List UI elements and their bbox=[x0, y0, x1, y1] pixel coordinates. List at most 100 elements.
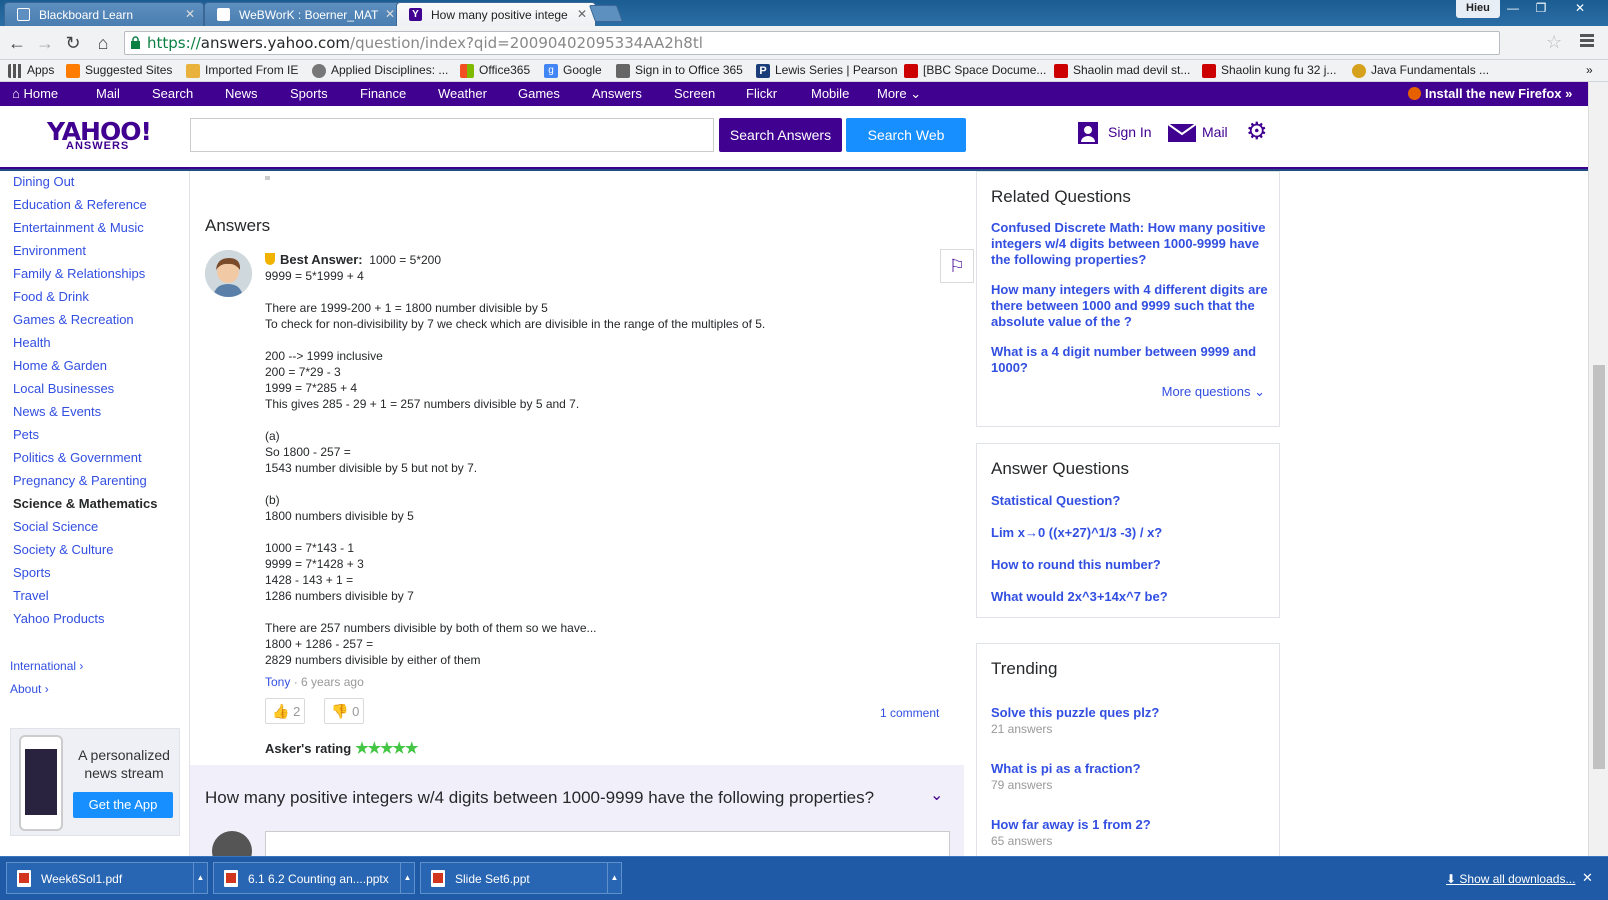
category-entertainment-music[interactable]: Entertainment & Music bbox=[13, 220, 144, 235]
flag-icon[interactable]: ⚐ bbox=[940, 249, 974, 283]
category-pregnancy-parenting[interactable]: Pregnancy & Parenting bbox=[13, 473, 147, 488]
category-politics-government[interactable]: Politics & Government bbox=[13, 450, 142, 465]
category-dining-out[interactable]: Dining Out bbox=[13, 174, 74, 189]
answer-input[interactable] bbox=[265, 831, 950, 856]
install-firefox-link[interactable]: Install the new Firefox » bbox=[1408, 86, 1572, 101]
profile-name[interactable]: Hieu bbox=[1456, 0, 1500, 18]
bookmark-star-icon[interactable]: ☆ bbox=[1546, 32, 1562, 53]
bookmark-shaolin-mad-devil[interactable]: Shaolin mad devil st... bbox=[1054, 63, 1190, 79]
gear-icon[interactable]: ⚙ bbox=[1246, 120, 1268, 144]
bookmark-shaolin-kung-fu[interactable]: Shaolin kung fu 32 j... bbox=[1202, 63, 1336, 79]
bookmark-apps[interactable]: Apps bbox=[8, 63, 54, 79]
bookmark-java-fundamentals[interactable]: Java Fundamentals ... bbox=[1352, 63, 1489, 79]
new-tab-button[interactable] bbox=[588, 5, 624, 22]
category-food-drink[interactable]: Food & Drink bbox=[13, 289, 89, 304]
avatar[interactable] bbox=[205, 250, 252, 297]
nav-mobile[interactable]: Mobile bbox=[811, 86, 849, 101]
category-travel[interactable]: Travel bbox=[13, 588, 49, 603]
bookmark-lewis-series[interactable]: P Lewis Series | Pearson bbox=[756, 63, 898, 79]
open-question-link[interactable]: How to round this number? bbox=[991, 557, 1271, 573]
get-app-button[interactable]: Get the App bbox=[73, 792, 173, 818]
nav-news[interactable]: News bbox=[225, 86, 258, 101]
chevron-up-icon[interactable]: ▲ bbox=[400, 863, 414, 893]
more-questions-link[interactable]: More questions ⌄ bbox=[1162, 384, 1265, 400]
open-question-link[interactable]: Statistical Question? bbox=[991, 493, 1271, 509]
download-item[interactable]: Slide Set6.ppt ▲ bbox=[420, 862, 622, 894]
category-home-garden[interactable]: Home & Garden bbox=[13, 358, 107, 373]
nav-search[interactable]: Search bbox=[152, 86, 193, 101]
category-health[interactable]: Health bbox=[13, 335, 51, 350]
chevron-up-icon[interactable]: ▲ bbox=[193, 863, 207, 893]
home-icon[interactable]: ⌂ bbox=[92, 32, 114, 54]
category-sports[interactable]: Sports bbox=[13, 565, 51, 580]
trending-question-link[interactable]: How far away is 1 from 2? bbox=[991, 817, 1271, 833]
author-link[interactable]: Tony bbox=[265, 675, 290, 689]
bookmark-office365[interactable]: Office365 bbox=[460, 63, 530, 79]
tab-yahoo-answers[interactable]: Y How many positive intege ✕ bbox=[396, 2, 596, 26]
reload-icon[interactable]: ↻ bbox=[62, 32, 84, 54]
nav-mail[interactable]: Mail bbox=[96, 86, 120, 101]
nav-finance[interactable]: Finance bbox=[360, 86, 406, 101]
open-question-link[interactable]: Lim x→0 ((x+27)^1/3 -3) / x? bbox=[991, 525, 1271, 541]
nav-flickr[interactable]: Flickr bbox=[746, 86, 777, 101]
nav-sports[interactable]: Sports bbox=[290, 86, 328, 101]
bookmarks-overflow-icon[interactable]: » bbox=[1586, 63, 1593, 79]
bookmark-suggested-sites[interactable]: Suggested Sites bbox=[66, 63, 172, 79]
restore-icon[interactable]: ❐ bbox=[1528, 0, 1554, 18]
comments-link[interactable]: 1 comment bbox=[880, 706, 939, 720]
nav-more[interactable]: More ⌄ bbox=[877, 86, 921, 102]
category-social-science[interactable]: Social Science bbox=[13, 519, 98, 534]
bookmark-google[interactable]: g Google bbox=[544, 63, 602, 79]
search-web-button[interactable]: Search Web bbox=[846, 118, 966, 152]
chevron-up-icon[interactable]: ▲ bbox=[607, 863, 621, 893]
open-question-link[interactable]: What would 2x^3+14x^7 be? bbox=[991, 589, 1271, 605]
category-yahoo-products[interactable]: Yahoo Products bbox=[13, 611, 105, 626]
chevron-down-icon[interactable]: ⌄ bbox=[930, 785, 943, 805]
related-question-link[interactable]: What is a 4 digit number between 9999 an… bbox=[991, 344, 1271, 376]
close-icon[interactable]: ✕ bbox=[1582, 870, 1593, 886]
tab-close-icon[interactable]: ✕ bbox=[577, 7, 587, 21]
related-question-link[interactable]: Confused Discrete Math: How many positiv… bbox=[991, 220, 1271, 268]
menu-icon[interactable] bbox=[1580, 34, 1594, 49]
forward-icon[interactable]: → bbox=[34, 32, 56, 54]
tab-close-icon[interactable]: ✕ bbox=[385, 7, 395, 21]
bookmark-imported-from-ie[interactable]: Imported From IE bbox=[186, 63, 298, 79]
category-education-reference[interactable]: Education & Reference bbox=[13, 197, 147, 212]
search-input[interactable] bbox=[190, 118, 714, 152]
address-bar[interactable]: https://answers.yahoo.com/question/index… bbox=[124, 31, 1500, 55]
tab-webwork[interactable]: WeBWorK : Boerner_MAT ✕ bbox=[204, 2, 404, 26]
trending-question-link[interactable]: What is pi as a fraction? bbox=[991, 761, 1271, 777]
mail-link[interactable]: Mail bbox=[1168, 124, 1228, 142]
nav-games[interactable]: Games bbox=[518, 86, 560, 101]
category-games-recreation[interactable]: Games & Recreation bbox=[13, 312, 134, 327]
category-pets[interactable]: Pets bbox=[13, 427, 39, 442]
download-item[interactable]: Week6Sol1.pdf ▲ bbox=[6, 862, 208, 894]
scrollbar-thumb[interactable] bbox=[1593, 365, 1605, 769]
international-link[interactable]: International › bbox=[10, 659, 83, 673]
tab-close-icon[interactable]: ✕ bbox=[185, 7, 195, 21]
category-science-mathematics[interactable]: Science & Mathematics bbox=[13, 496, 158, 511]
scrollbar[interactable] bbox=[1588, 82, 1608, 856]
related-question-link[interactable]: How many integers with 4 different digit… bbox=[991, 282, 1271, 330]
about-link[interactable]: About › bbox=[10, 682, 49, 696]
sign-in-link[interactable]: Sign In bbox=[1078, 122, 1152, 144]
nav-answers[interactable]: Answers bbox=[592, 86, 642, 101]
category-environment[interactable]: Environment bbox=[13, 243, 86, 258]
category-local-businesses[interactable]: Local Businesses bbox=[13, 381, 114, 396]
search-answers-button[interactable]: Search Answers bbox=[719, 118, 842, 152]
nav-screen[interactable]: Screen bbox=[674, 86, 715, 101]
back-icon[interactable]: ← bbox=[6, 32, 28, 54]
trending-question-link[interactable]: Solve this puzzle ques plz? bbox=[991, 705, 1271, 721]
category-society-culture[interactable]: Society & Culture bbox=[13, 542, 113, 557]
bookmark-bbc-space[interactable]: [BBC Space Docume... bbox=[904, 63, 1046, 79]
bookmark-sign-in-office365[interactable]: Sign in to Office 365 bbox=[616, 63, 743, 79]
bookmark-applied-disciplines[interactable]: Applied Disciplines: ... bbox=[312, 63, 448, 79]
minimize-icon[interactable]: — bbox=[1500, 0, 1526, 18]
category-news-events[interactable]: News & Events bbox=[13, 404, 101, 419]
nav-home[interactable]: ⌂ Home bbox=[12, 86, 58, 101]
downvote-button[interactable]: 👎 0 bbox=[324, 698, 364, 724]
category-family-relationships[interactable]: Family & Relationships bbox=[13, 266, 145, 281]
upvote-button[interactable]: 👍 2 bbox=[265, 698, 305, 724]
question-title[interactable]: How many positive integers w/4 digits be… bbox=[205, 788, 874, 808]
tab-blackboard[interactable]: Blackboard Learn ✕ bbox=[4, 2, 204, 26]
